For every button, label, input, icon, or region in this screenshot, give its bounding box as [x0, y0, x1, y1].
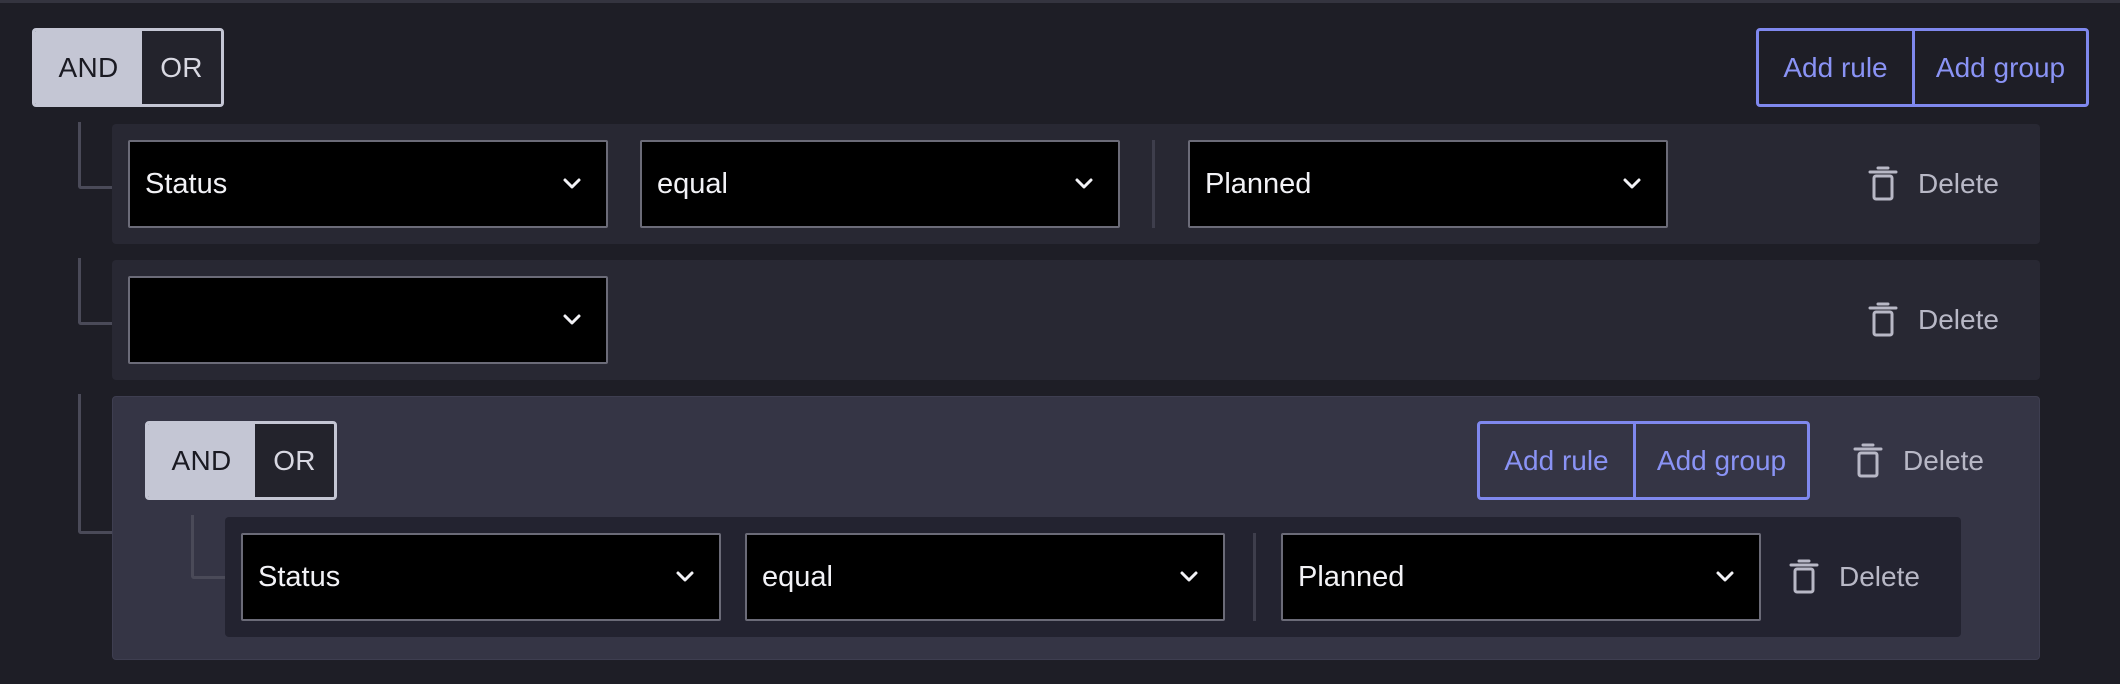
trash-icon [1868, 166, 1898, 201]
operator-select[interactable]: equal [745, 533, 1225, 621]
group-or-button[interactable]: OR [255, 424, 334, 497]
delete-label: Delete [1918, 168, 1999, 199]
chevron-down-icon [1623, 178, 1641, 189]
chevron-down-icon [676, 571, 694, 582]
operator-select-value: equal [657, 167, 728, 200]
query-builder: AND OR Add rule Add group Status equal P… [0, 0, 2120, 684]
delete-label: Delete [1839, 561, 1920, 592]
field-select-value: Status [145, 167, 228, 200]
delete-rule-button[interactable]: Delete [1868, 162, 1999, 206]
trash-icon [1853, 443, 1883, 478]
field-select[interactable]: Status [128, 140, 608, 228]
group-add-buttons: Add rule Add group [1477, 421, 1810, 500]
value-divider [1253, 533, 1256, 621]
root-and-button[interactable]: AND [35, 31, 142, 104]
rule-row: Delete [112, 260, 2040, 380]
chevron-down-icon [563, 314, 581, 325]
trash-icon [1789, 559, 1819, 594]
delete-group-button[interactable]: Delete [1853, 439, 1984, 483]
field-select[interactable] [128, 276, 608, 364]
value-select-value: Planned [1205, 167, 1312, 200]
chevron-down-icon [1716, 571, 1734, 582]
delete-rule-button[interactable]: Delete [1868, 298, 1999, 342]
field-select-value: Status [258, 560, 341, 593]
delete-rule-button[interactable]: Delete [1789, 555, 1920, 599]
root-or-button[interactable]: OR [142, 31, 221, 104]
value-select[interactable]: Planned [1188, 140, 1668, 228]
root-add-buttons: Add rule Add group [1756, 28, 2089, 107]
value-divider [1152, 140, 1155, 228]
tree-connector [78, 394, 112, 534]
field-select[interactable]: Status [241, 533, 721, 621]
root-add-group-button[interactable]: Add group [1912, 31, 2086, 104]
value-select[interactable]: Planned [1281, 533, 1761, 621]
tree-connector [191, 515, 225, 579]
group-add-rule-button[interactable]: Add rule [1480, 424, 1633, 497]
trash-icon [1868, 302, 1898, 337]
nested-group: AND OR Add rule Add group Delete Status … [112, 396, 2040, 660]
rule-row: Status equal Planned Delete [225, 517, 1961, 637]
delete-label: Delete [1903, 445, 1984, 476]
root-add-rule-button[interactable]: Add rule [1759, 31, 1912, 104]
operator-select[interactable]: equal [640, 140, 1120, 228]
rule-row: Status equal Planned Delete [112, 124, 2040, 244]
top-divider [0, 0, 2120, 3]
tree-connector [78, 122, 112, 189]
group-and-button[interactable]: AND [148, 424, 255, 497]
tree-connector [78, 258, 112, 325]
delete-label: Delete [1918, 304, 1999, 335]
operator-select-value: equal [762, 560, 833, 593]
chevron-down-icon [1180, 571, 1198, 582]
group-combinator-toggle: AND OR [145, 421, 337, 500]
value-select-value: Planned [1298, 560, 1405, 593]
root-combinator-toggle: AND OR [32, 28, 224, 107]
chevron-down-icon [563, 178, 581, 189]
chevron-down-icon [1075, 178, 1093, 189]
group-add-group-button[interactable]: Add group [1633, 424, 1807, 497]
